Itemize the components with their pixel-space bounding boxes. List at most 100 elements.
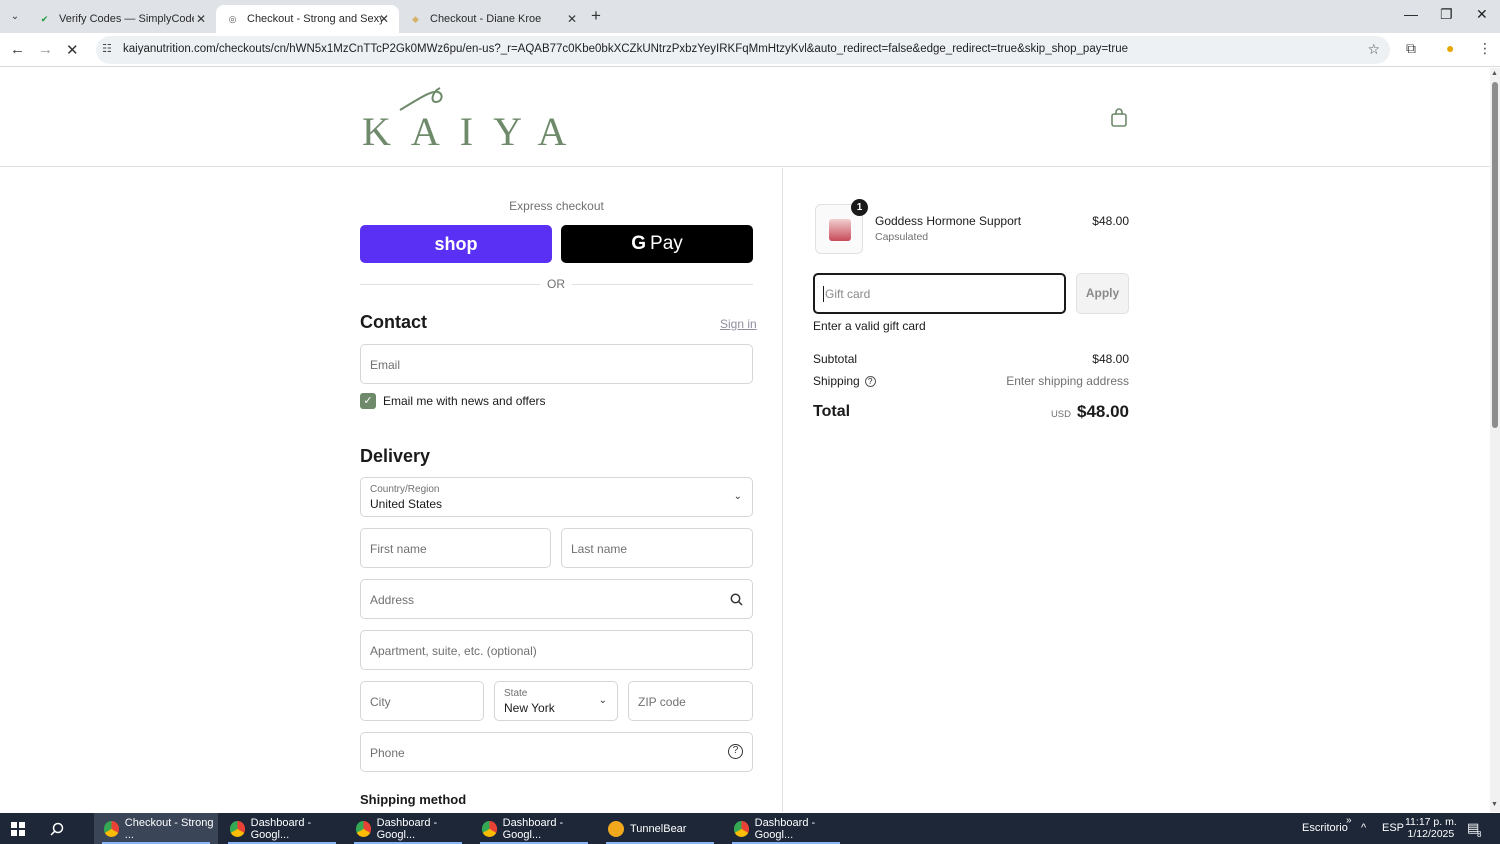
subtotal-label: Subtotal — [813, 352, 858, 366]
tab-diane-kroe[interactable]: ◆ Checkout - Diane Kroe ✕ — [399, 5, 587, 33]
taskbar-item-label: Dashboard - Googl... — [376, 816, 438, 841]
sign-in-link[interactable]: Sign in — [720, 317, 757, 331]
checkmark-icon[interactable]: ✓ — [360, 393, 376, 409]
logo-wordmark: KAIYA — [362, 109, 587, 154]
windows-taskbar: Checkout - Strong ... Dashboard - Googl.… — [0, 813, 1500, 844]
tab-search-chevron-icon[interactable]: ⌄ — [6, 8, 24, 26]
tray-chevron-up-icon[interactable]: ^ — [1361, 822, 1366, 834]
close-tab-icon[interactable]: ✕ — [379, 12, 389, 26]
column-divider — [782, 168, 783, 812]
bookmark-star-icon[interactable]: ☆ — [1367, 41, 1380, 58]
new-tab-plus-icon[interactable]: + — [591, 6, 601, 26]
scroll-down-arrow-icon[interactable]: ▼ — [1491, 801, 1498, 808]
chrome-icon — [104, 820, 119, 837]
last-name-field[interactable]: Last name — [561, 528, 753, 568]
product-price: $48.00 — [1092, 214, 1129, 228]
address-placeholder: Address — [370, 593, 415, 607]
subtotal-value: $48.00 — [1092, 352, 1129, 366]
apartment-placeholder: Apartment, suite, etc. (optional) — [370, 644, 537, 658]
city-placeholder: City — [370, 695, 391, 709]
back-icon[interactable]: ← — [10, 41, 25, 58]
address-bar[interactable]: ☷ kaiyanutrition.com/checkouts/cn/hWN5x1… — [96, 36, 1390, 64]
country-value: United States — [370, 497, 443, 511]
kaiya-icon: ◎ — [228, 13, 237, 24]
apply-button[interactable]: Apply — [1076, 273, 1129, 314]
cart-bag-icon[interactable] — [1110, 108, 1128, 128]
taskbar-item-dashboard-4[interactable]: Dashboard - Googl... — [724, 813, 848, 844]
product-jar-image — [829, 219, 851, 241]
stop-loading-icon[interactable]: ✕ — [66, 41, 79, 59]
zip-placeholder: ZIP code — [638, 695, 686, 709]
newsletter-checkbox-row[interactable]: ✓ Email me with news and offers — [360, 393, 546, 409]
search-icon[interactable] — [50, 822, 64, 836]
language-indicator[interactable]: ESP — [1382, 822, 1404, 834]
windows-start-icon[interactable] — [11, 822, 25, 836]
dk-icon: ◆ — [412, 13, 419, 24]
country-label: Country/Region — [370, 484, 440, 495]
tab-title: Verify Codes — SimplyCodes — [59, 13, 194, 25]
delivery-heading: Delivery — [360, 446, 431, 466]
extensions-icon[interactable]: ⧉ — [1406, 40, 1416, 57]
apartment-field[interactable]: Apartment, suite, etc. (optional) — [360, 630, 753, 670]
profile-extension-icon[interactable]: ● — [1446, 40, 1454, 56]
url-text[interactable]: kaiyanutrition.com/checkouts/cn/hWN5x1Mz… — [123, 43, 1128, 55]
state-label: State — [504, 688, 528, 699]
chrome-icon — [230, 820, 245, 837]
email-field[interactable]: Email — [360, 344, 753, 384]
taskbar-item-tunnelbear[interactable]: TunnelBear — [598, 813, 722, 844]
chrome-icon — [482, 820, 497, 837]
close-tab-icon[interactable]: ✕ — [567, 12, 577, 26]
minimize-icon[interactable]: — — [1404, 6, 1418, 22]
taskbar-item-label: Dashboard - Googl... — [250, 816, 312, 841]
tab-kaiya-checkout[interactable]: ◎ Checkout - Strong and Sexy Fit ✕ — [216, 5, 399, 33]
store-header: KAIYA — [0, 68, 1490, 167]
state-select[interactable]: State New York ⌄ — [494, 681, 618, 721]
desktop-toolbar-label[interactable]: Escritorio — [1302, 822, 1348, 834]
tab-simplycodes[interactable]: ✔ Verify Codes — SimplyCodes ✕ — [28, 5, 216, 33]
gift-card-input[interactable]: Gift card — [813, 273, 1066, 314]
country-select[interactable]: Country/Region United States ⌄ — [360, 477, 753, 517]
taskbar-item-checkout[interactable]: Checkout - Strong ... — [94, 813, 218, 844]
phone-field[interactable]: Phone ? — [360, 732, 753, 772]
notification-count: 8 — [1477, 830, 1482, 839]
shipping-value: Enter shipping address — [1006, 374, 1129, 388]
scroll-up-arrow-icon[interactable]: ▲ — [1491, 70, 1498, 77]
phone-placeholder: Phone — [370, 746, 405, 760]
city-field[interactable]: City — [360, 681, 484, 721]
close-tab-icon[interactable]: ✕ — [196, 12, 206, 26]
kaiya-logo[interactable]: KAIYA — [360, 84, 566, 154]
contact-heading: Contact — [360, 312, 427, 332]
taskbar-item-dashboard-3[interactable]: Dashboard - Googl... — [472, 813, 596, 844]
taskbar-item-label: Checkout - Strong ... — [124, 816, 214, 841]
shop-pay-button[interactable]: shop — [360, 225, 552, 263]
google-pay-button[interactable]: G Pay — [561, 225, 753, 263]
total-value: $48.00 — [1077, 402, 1129, 421]
tunnelbear-icon — [608, 820, 624, 837]
chevron-down-icon: ⌄ — [733, 491, 742, 502]
forward-icon[interactable]: → — [38, 41, 53, 58]
total-currency: USD — [1050, 409, 1071, 420]
taskbar-item-dashboard-2[interactable]: Dashboard - Googl... — [346, 813, 470, 844]
menu-kebab-icon[interactable]: ⋮ — [1478, 40, 1492, 57]
zip-field[interactable]: ZIP code — [628, 681, 753, 721]
clock-date: 1/12/2025 — [1407, 828, 1455, 840]
shipping-info-icon[interactable]: ? — [864, 376, 876, 388]
scrollbar-thumb[interactable] — [1492, 82, 1498, 428]
total-label: Total — [813, 403, 851, 420]
taskbar-item-dashboard-1[interactable]: Dashboard - Googl... — [220, 813, 344, 844]
first-name-field[interactable]: First name — [360, 528, 551, 568]
double-chevron-icon[interactable]: » — [1346, 815, 1352, 826]
google-g-icon: G — [631, 233, 647, 254]
taskbar-clock[interactable]: 11:17 p. m. 1/12/2025 — [1405, 816, 1457, 840]
site-info-icon[interactable]: ☷ — [102, 42, 112, 55]
close-window-icon[interactable]: ✕ — [1476, 6, 1488, 23]
restore-icon[interactable]: ❐ — [1440, 6, 1453, 23]
product-name: Goddess Hormone Support — [875, 214, 1022, 228]
text-caret — [823, 286, 824, 302]
gift-card-error: Enter a valid gift card — [813, 319, 926, 333]
help-question-icon[interactable]: ? — [728, 744, 743, 759]
tab-title: Checkout - Diane Kroe — [430, 13, 542, 25]
express-checkout-label: Express checkout — [509, 199, 604, 213]
shop-pay-label: shop — [434, 234, 478, 254]
address-field[interactable]: Address — [360, 579, 753, 619]
